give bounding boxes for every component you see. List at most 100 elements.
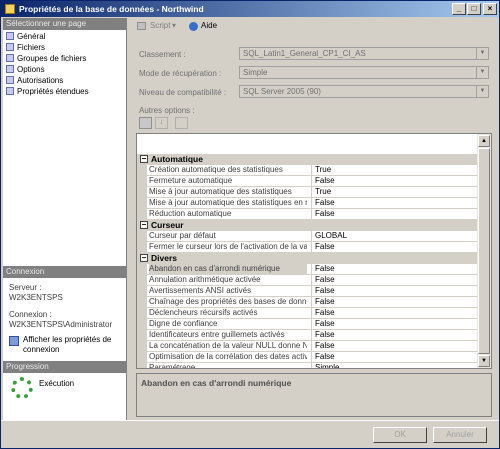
property-value[interactable]: False: [311, 198, 476, 208]
main-panel: Script ▾ Aide Classement : SQL_Latin1_Ge…: [131, 18, 497, 420]
progress-status: Exécution: [39, 379, 75, 388]
properties-window: Propriétés de la base de données - North…: [0, 0, 500, 449]
sidebar-item-extended-properties[interactable]: Propriétés étendues: [6, 86, 89, 97]
cancel-button[interactable]: Annuler: [433, 427, 487, 443]
recovery-model-select[interactable]: Simple ▼: [239, 66, 489, 79]
sidebar-item-permissions[interactable]: Autorisations: [6, 75, 63, 86]
property-value[interactable]: False: [311, 264, 476, 274]
alphabetical-sort-icon[interactable]: ↓: [155, 117, 168, 129]
property-name: Curseur par défaut: [149, 231, 216, 240]
script-button[interactable]: Script: [150, 18, 170, 34]
category-row[interactable]: − Automatique: [137, 154, 478, 165]
sidebar-item-filegroups[interactable]: Groupes de fichiers: [6, 53, 86, 64]
close-button[interactable]: ×: [483, 3, 497, 15]
property-name: Optimisation de la corrélation des dates…: [149, 352, 307, 361]
property-pages-icon[interactable]: [175, 117, 188, 129]
property-row[interactable]: Curseur par défaut GLOBAL: [137, 231, 478, 242]
vertical-scrollbar[interactable]: ▲ ▼: [477, 134, 491, 368]
property-row[interactable]: Annulation arithmétique activée False: [137, 275, 478, 286]
page-icon: [6, 65, 14, 73]
property-row[interactable]: Paramétrage Simple: [137, 363, 478, 368]
property-name: Identificateurs entre guillemets activés: [149, 330, 285, 339]
minimize-button[interactable]: _: [452, 3, 466, 15]
property-row[interactable]: Digne de confiance False: [137, 319, 478, 330]
property-row[interactable]: Chaînage des propriétés des bases de don…: [137, 297, 478, 308]
property-name: Mise à jour automatique des statistiques…: [149, 198, 307, 207]
toolbar: Script ▾ Aide: [131, 18, 497, 34]
property-value[interactable]: GLOBAL: [311, 231, 476, 241]
maximize-button[interactable]: □: [467, 3, 481, 15]
server-value: W2K3ENTSPS: [9, 293, 63, 302]
sidebar-item-general[interactable]: Général: [6, 31, 45, 42]
category-label: Divers: [151, 253, 177, 263]
property-row[interactable]: Mise à jour automatique des statistiques…: [137, 187, 478, 198]
collapse-icon[interactable]: −: [140, 254, 148, 262]
property-grid[interactable]: − Automatique Création automatique des sta…: [136, 133, 492, 369]
collapse-icon[interactable]: −: [140, 155, 148, 163]
category-row[interactable]: − Curseur: [137, 220, 478, 231]
property-name: Fermer le curseur lors de l'activation d…: [149, 242, 307, 251]
connection-header: Connexion: [3, 266, 127, 278]
scroll-thumb[interactable]: [478, 148, 490, 354]
select-page-header: Sélectionner une page: [3, 18, 127, 30]
property-value[interactable]: False: [311, 209, 476, 219]
property-value[interactable]: False: [311, 330, 476, 340]
property-value[interactable]: False: [311, 297, 476, 307]
chevron-down-icon: ▼: [476, 86, 488, 97]
help-button[interactable]: Aide: [201, 18, 217, 34]
property-name: Annulation arithmétique activée: [149, 275, 261, 284]
scroll-up-icon[interactable]: ▲: [478, 135, 490, 147]
property-name: Chaînage des propriétés des bases de don…: [149, 297, 307, 306]
property-row[interactable]: Abandon en cas d'arrondi numérique False: [137, 264, 478, 275]
dialog-button-bar: OK Annuler: [1, 420, 499, 448]
property-row[interactable]: Création automatique des statistiques Tru…: [137, 165, 478, 176]
categorized-view-icon[interactable]: [139, 117, 152, 129]
property-row[interactable]: Mise à jour automatique des statistiques…: [137, 198, 478, 209]
view-connection-properties-link[interactable]: Afficher les propriétés de connexion: [23, 335, 123, 355]
property-value[interactable]: False: [311, 341, 476, 351]
property-row[interactable]: La concaténation de la valeur NULL donne…: [137, 341, 478, 352]
property-value[interactable]: True: [311, 187, 476, 197]
property-row[interactable]: Identificateurs entre guillemets activés…: [137, 330, 478, 341]
property-value[interactable]: False: [311, 176, 476, 186]
property-row[interactable]: Fermeture automatique False: [137, 176, 478, 187]
compatibility-select[interactable]: SQL Server 2005 (90) ▼: [239, 85, 489, 98]
property-row[interactable]: Réduction automatique False: [137, 209, 478, 220]
property-name: Abandon en cas d'arrondi numérique: [149, 264, 307, 274]
property-row[interactable]: Avertissements ANSI activés False: [137, 286, 478, 297]
spinner-icon: [11, 377, 33, 399]
property-value[interactable]: False: [311, 352, 476, 362]
category-row[interactable]: − Divers: [137, 253, 478, 264]
property-row[interactable]: Optimisation de la corrélation des dates…: [137, 352, 478, 363]
compatibility-label: Niveau de compatibilité :: [139, 88, 227, 97]
recovery-label: Mode de récupération :: [139, 69, 222, 78]
collation-select[interactable]: SQL_Latin1_General_CP1_CI_AS ▼: [239, 47, 489, 60]
scroll-down-icon[interactable]: ▼: [478, 355, 490, 367]
title-bar[interactable]: Propriétés de la base de données - North…: [1, 1, 499, 17]
sidebar: Sélectionner une page Général Fichiers G…: [3, 18, 127, 420]
property-name: Réduction automatique: [149, 209, 232, 218]
page-icon: [6, 87, 14, 95]
page-icon: [6, 32, 14, 40]
property-value[interactable]: Simple: [311, 363, 476, 368]
property-name: Mise à jour automatique des statistiques: [149, 187, 292, 196]
property-value[interactable]: False: [311, 242, 476, 252]
property-row[interactable]: Déclencheurs récursifs activés False: [137, 308, 478, 319]
property-value[interactable]: False: [311, 275, 476, 285]
database-icon: [5, 4, 15, 14]
property-row[interactable]: Fermer le curseur lors de l'activation d…: [137, 242, 478, 253]
help-icon: [189, 22, 198, 31]
sidebar-item-options[interactable]: Options: [6, 64, 45, 75]
chevron-down-icon: ▼: [476, 48, 488, 59]
property-value[interactable]: False: [311, 286, 476, 296]
ok-button[interactable]: OK: [373, 427, 427, 443]
sidebar-item-files[interactable]: Fichiers: [6, 42, 45, 53]
property-description: Abandon en cas d'arrondi numérique: [136, 373, 492, 417]
property-value[interactable]: True: [311, 165, 476, 175]
other-options-label: Autres options :: [139, 106, 195, 115]
property-value[interactable]: False: [311, 308, 476, 318]
category-label: Curseur: [151, 220, 184, 230]
property-value[interactable]: False: [311, 319, 476, 329]
collapse-icon[interactable]: −: [140, 221, 148, 229]
property-name: Avertissements ANSI activés: [149, 286, 252, 295]
